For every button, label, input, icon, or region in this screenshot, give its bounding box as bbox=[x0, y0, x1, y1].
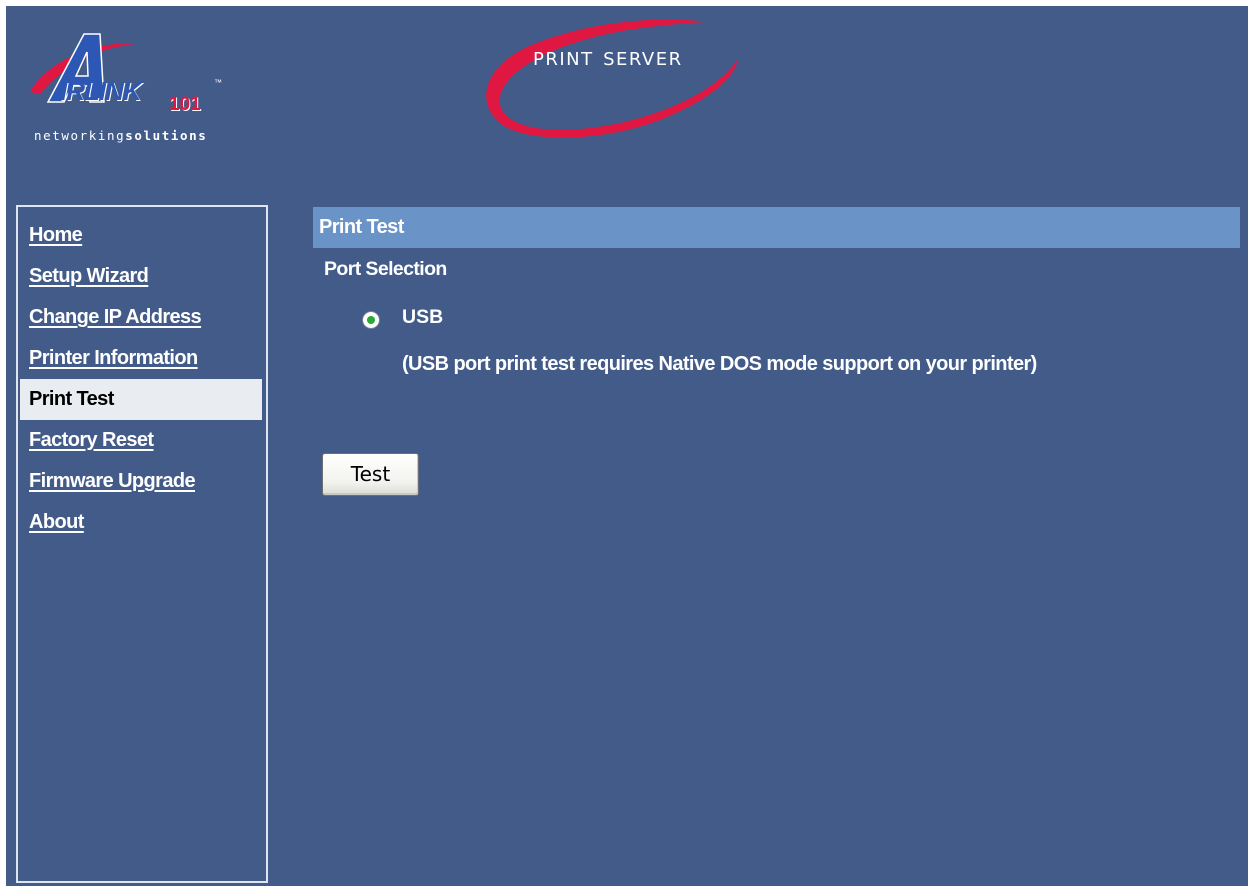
print-server-swoosh-icon bbox=[486, 19, 738, 138]
tagline-light: networking bbox=[34, 128, 126, 143]
sidebar-item-label: Setup Wizard bbox=[29, 265, 149, 287]
nav-list: Home Setup Wizard Change IP Address Printer… bbox=[18, 215, 266, 543]
sidebar-item-firmware-upgrade[interactable]: Firmware Upgrade bbox=[18, 461, 266, 502]
section-title: Print Test bbox=[319, 216, 404, 238]
trademark-mark: ™ bbox=[214, 78, 222, 87]
radio-selected-dot bbox=[367, 316, 375, 324]
usb-radio[interactable] bbox=[362, 311, 380, 329]
sidebar-item-label: Change IP Address bbox=[29, 306, 202, 328]
sidebar-item-label: Printer Information bbox=[29, 347, 198, 369]
sidebar-item-label: Factory Reset bbox=[29, 429, 154, 451]
sidebar-item-change-ip-address[interactable]: Change IP Address bbox=[18, 297, 266, 338]
product-title: Print Server bbox=[533, 42, 683, 71]
sidebar-item-printer-information[interactable]: Printer Information bbox=[18, 338, 266, 379]
usb-note: (USB port print test requires Native DOS… bbox=[402, 353, 1037, 375]
sidebar-nav: Home Setup Wizard Change IP Address Printer… bbox=[16, 205, 268, 883]
brand-text: IRLINK bbox=[60, 76, 142, 106]
sidebar-item-label: About bbox=[29, 511, 84, 533]
tagline-bold: solutions bbox=[125, 128, 208, 143]
usb-label[interactable]: USB bbox=[402, 306, 443, 329]
section-header: Print Test bbox=[313, 207, 1240, 248]
sidebar-item-factory-reset[interactable]: Factory Reset bbox=[18, 420, 266, 461]
sidebar-item-label: Firmware Upgrade bbox=[29, 470, 196, 492]
sidebar-item-about[interactable]: About bbox=[18, 502, 266, 543]
sidebar-item-label: Home bbox=[29, 224, 83, 246]
sidebar-item-setup-wizard[interactable]: Setup Wizard bbox=[18, 256, 266, 297]
sidebar-item-print-test[interactable]: Print Test bbox=[20, 379, 262, 420]
sidebar-item-label: Print Test bbox=[29, 388, 114, 410]
port-selection-label: Port Selection bbox=[324, 258, 447, 280]
tagline: networkingsolutions bbox=[34, 128, 207, 143]
sidebar-item-home[interactable]: Home bbox=[18, 215, 266, 256]
brand-number: 101 bbox=[169, 94, 201, 115]
test-button[interactable]: Test bbox=[322, 453, 419, 496]
